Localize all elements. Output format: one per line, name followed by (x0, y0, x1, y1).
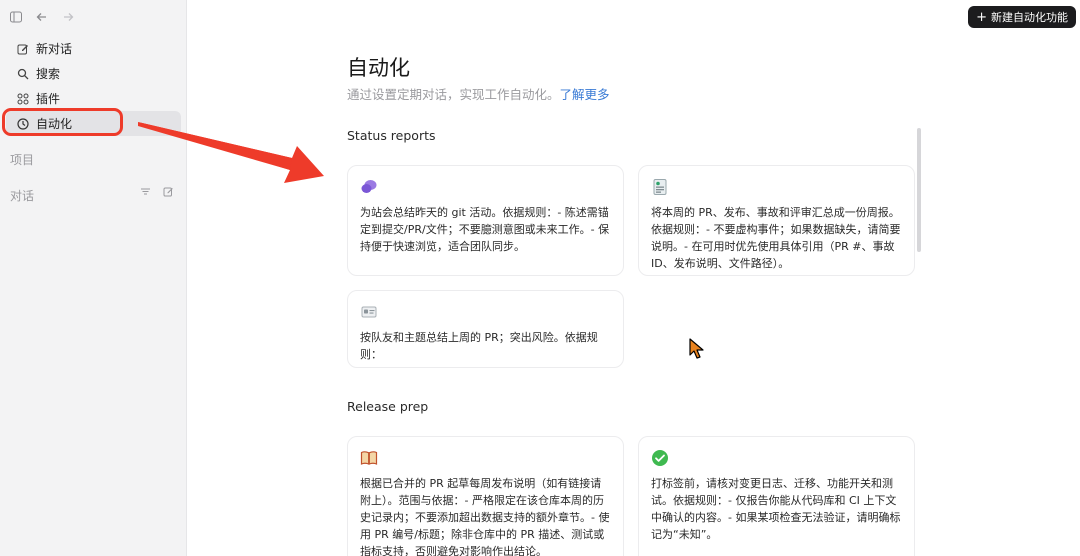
sidebar-toggle-icon[interactable] (9, 10, 23, 24)
scrollbar[interactable] (917, 128, 921, 252)
sidebar: 新对话 搜索 插件 自动化 项目 对话 (0, 0, 187, 556)
sidebar-item-label: 新对话 (36, 42, 73, 56)
sidebar-item-label: 插件 (36, 92, 61, 106)
mouse-cursor-icon (689, 338, 704, 359)
sidebar-item-new-chat[interactable]: 新对话 (6, 36, 181, 61)
automation-card[interactable]: 根据已合并的 PR 起草每周发布说明（如有链接请附上）。范围与依据：- 严格限定… (347, 436, 624, 556)
automation-card[interactable]: 按队友和主题总结上周的 PR；突出风险。依据规则： (347, 290, 624, 368)
main-content: 自动化 通过设置定期对话，实现工作自动化。了解更多 Status reports… (187, 0, 1080, 556)
filter-icon[interactable] (140, 186, 151, 200)
card-description: 根据已合并的 PR 起草每周发布说明（如有链接请附上）。范围与依据：- 严格限定… (360, 477, 610, 556)
conversations-section-label: 对话 (10, 189, 35, 203)
automation-card[interactable]: 将本周的 PR、发布、事故和评审汇总成一份周报。依据规则：- 不要虚构事件；如果… (638, 165, 915, 276)
sidebar-item-plugins[interactable]: 插件 (6, 86, 181, 111)
chat-bubbles-icon (360, 178, 378, 196)
plugins-icon (16, 92, 30, 106)
window-controls (9, 10, 75, 24)
page-title: 自动化 (347, 56, 410, 80)
sidebar-item-label: 搜索 (36, 67, 61, 81)
new-conversation-icon[interactable] (163, 186, 174, 200)
card-description: 打标签前，请核对变更日志、迁移、功能开关和测试。依据规则：- 仅报告你能从代码库… (651, 477, 901, 541)
sidebar-item-search[interactable]: 搜索 (6, 61, 181, 86)
back-arrow-icon[interactable] (35, 10, 49, 24)
clock-icon (16, 117, 30, 131)
card-description: 将本周的 PR、发布、事故和评审汇总成一份周报。依据规则：- 不要虚构事件；如果… (651, 206, 901, 270)
page-subtitle: 通过设置定期对话，实现工作自动化。了解更多 (347, 84, 610, 103)
search-icon (16, 67, 30, 81)
section-title-status-reports: Status reports (347, 128, 436, 143)
report-icon (651, 178, 669, 196)
sidebar-item-label: 自动化 (36, 117, 73, 131)
learn-more-link[interactable]: 了解更多 (560, 87, 610, 102)
sidebar-nav: 新对话 搜索 插件 自动化 (0, 36, 187, 136)
automation-card[interactable]: 为站会总结昨天的 git 活动。依据规则：- 陈述需锚定到提交/PR/文件；不要… (347, 165, 624, 276)
sidebar-item-automation[interactable]: 自动化 (6, 111, 181, 136)
conversation-actions (140, 186, 174, 200)
subtitle-text: 通过设置定期对话，实现工作自动化。 (347, 87, 560, 102)
automation-card[interactable]: 打标签前，请核对变更日志、迁移、功能开关和测试。依据规则：- 仅报告你能从代码库… (638, 436, 915, 556)
edit-icon (16, 42, 30, 56)
check-circle-icon (651, 449, 669, 467)
forward-arrow-icon[interactable] (61, 10, 75, 24)
book-icon (360, 449, 378, 467)
section-title-release-prep: Release prep (347, 399, 429, 414)
id-card-icon (360, 303, 378, 321)
projects-section-label: 项目 (10, 153, 35, 167)
card-description: 按队友和主题总结上周的 PR；突出风险。依据规则： (360, 331, 598, 361)
card-description: 为站会总结昨天的 git 活动。依据规则：- 陈述需锚定到提交/PR/文件；不要… (360, 206, 610, 253)
